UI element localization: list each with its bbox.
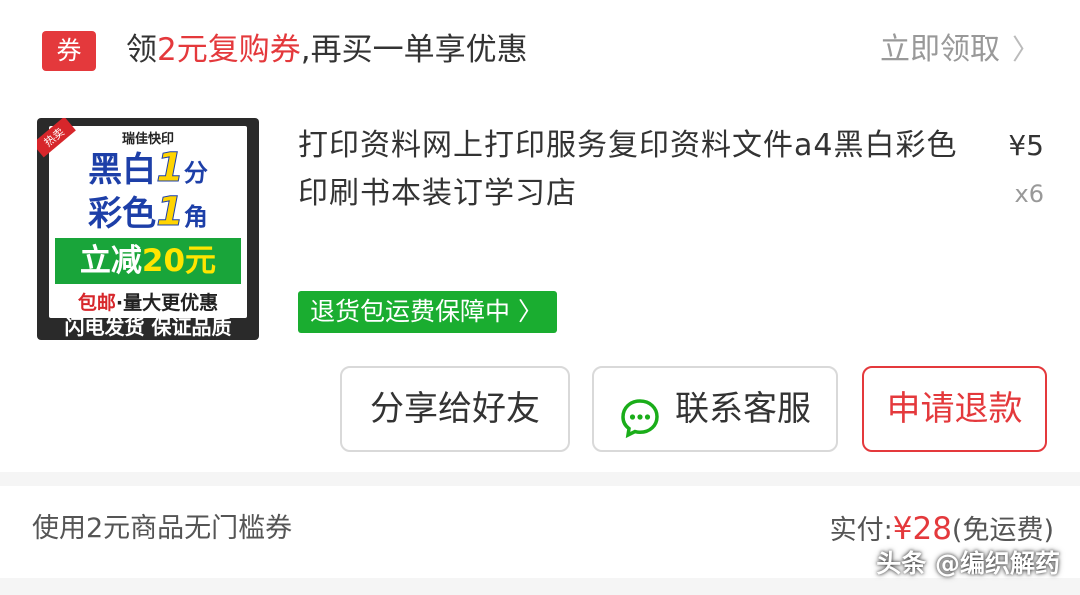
coupon-text-highlight: 2元复购券 [157, 32, 301, 68]
thumbnail-promo-amount: 20元 [141, 243, 217, 279]
contact-support-button[interactable]: 联系客服 [592, 366, 838, 452]
thumbnail-line-color-text: 彩色 [88, 194, 157, 234]
thumbnail-promo: 立减20元 [55, 238, 241, 284]
thumbnail-line-bw-unit: 分 [183, 159, 208, 187]
paid-amount: ¥28 [892, 511, 952, 547]
thumbnail-line-bw-text: 黑白 [88, 150, 157, 190]
thumbnail-line-bw: 黑白1分 [49, 148, 247, 193]
product-quantity: x6 [1014, 180, 1044, 208]
shipping-note: (免运费) [951, 515, 1054, 546]
thumbnail-shipping: 包邮·量大更优惠 [49, 288, 247, 315]
guarantee-label: 退货包运费保障中 [310, 297, 511, 326]
contact-support-label: 联系客服 [675, 389, 811, 429]
coupon-text-prefix: 领 [126, 32, 157, 68]
watermark-text: 头条 @编织解药 [876, 549, 1060, 578]
chevron-right-icon: 〉 [517, 297, 543, 326]
thumbnail-line-color-num: 1 [156, 189, 185, 235]
thumbnail-line-color: 彩色1角 [49, 192, 247, 237]
return-shipping-guarantee-tag[interactable]: 退货包运费保障中 〉 [298, 291, 557, 333]
claim-coupon-label: 立即领取 [879, 32, 1000, 67]
claim-coupon-link[interactable]: 立即领取〉 [880, 26, 1040, 74]
coupon-text-suffix: ,再买一单享优惠 [300, 32, 528, 68]
watermark: 头条 @编织解药 [844, 544, 1060, 580]
product-title[interactable]: 打印资料网上打印服务复印资料文件a4黑白彩色印刷书本装订学习店 [298, 122, 978, 218]
thumbnail-line-color-unit: 角 [183, 203, 208, 231]
thumbnail-shipping-free: 包邮 [77, 292, 116, 314]
coupon-used-text: 使用2元商品无门槛券 [32, 513, 293, 544]
chat-bubble-icon [619, 387, 661, 438]
product-thumbnail[interactable]: 瑞佳快印 黑白1分 彩色1角 立减20元 包邮·量大更优惠 热卖 闪电发货 保证… [37, 118, 259, 340]
coupon-row[interactable]: 券 领2元复购券,再买一单享优惠 立即领取〉 [0, 20, 1080, 82]
watermark-logo-icon [844, 555, 872, 576]
thumbnail-poster: 瑞佳快印 黑白1分 彩色1角 立减20元 包邮·量大更优惠 [49, 126, 247, 318]
share-to-friend-button[interactable]: 分享给好友 [340, 366, 570, 452]
request-refund-button[interactable]: 申请退款 [862, 366, 1047, 452]
thumbnail-promo-text: 立减 [79, 243, 142, 279]
product-price: ¥5 [1008, 129, 1044, 162]
coupon-badge: 券 [42, 31, 96, 71]
paid-label: 实付: [829, 515, 893, 546]
thumbnail-footer: 闪电发货 保证品质 [64, 315, 232, 339]
chevron-right-icon: 〉 [1011, 33, 1040, 66]
thumbnail-brand: 瑞佳快印 [121, 132, 174, 147]
coupon-text: 领2元复购券,再买一单享优惠 [126, 26, 528, 74]
order-card: 券 领2元复购券,再买一单享优惠 立即领取〉 瑞佳快印 黑白1分 彩色1角 立减… [0, 0, 1080, 472]
thumbnail-line-bw-num: 1 [156, 145, 185, 191]
thumbnail-shipping-note: ·量大更优惠 [115, 292, 219, 314]
